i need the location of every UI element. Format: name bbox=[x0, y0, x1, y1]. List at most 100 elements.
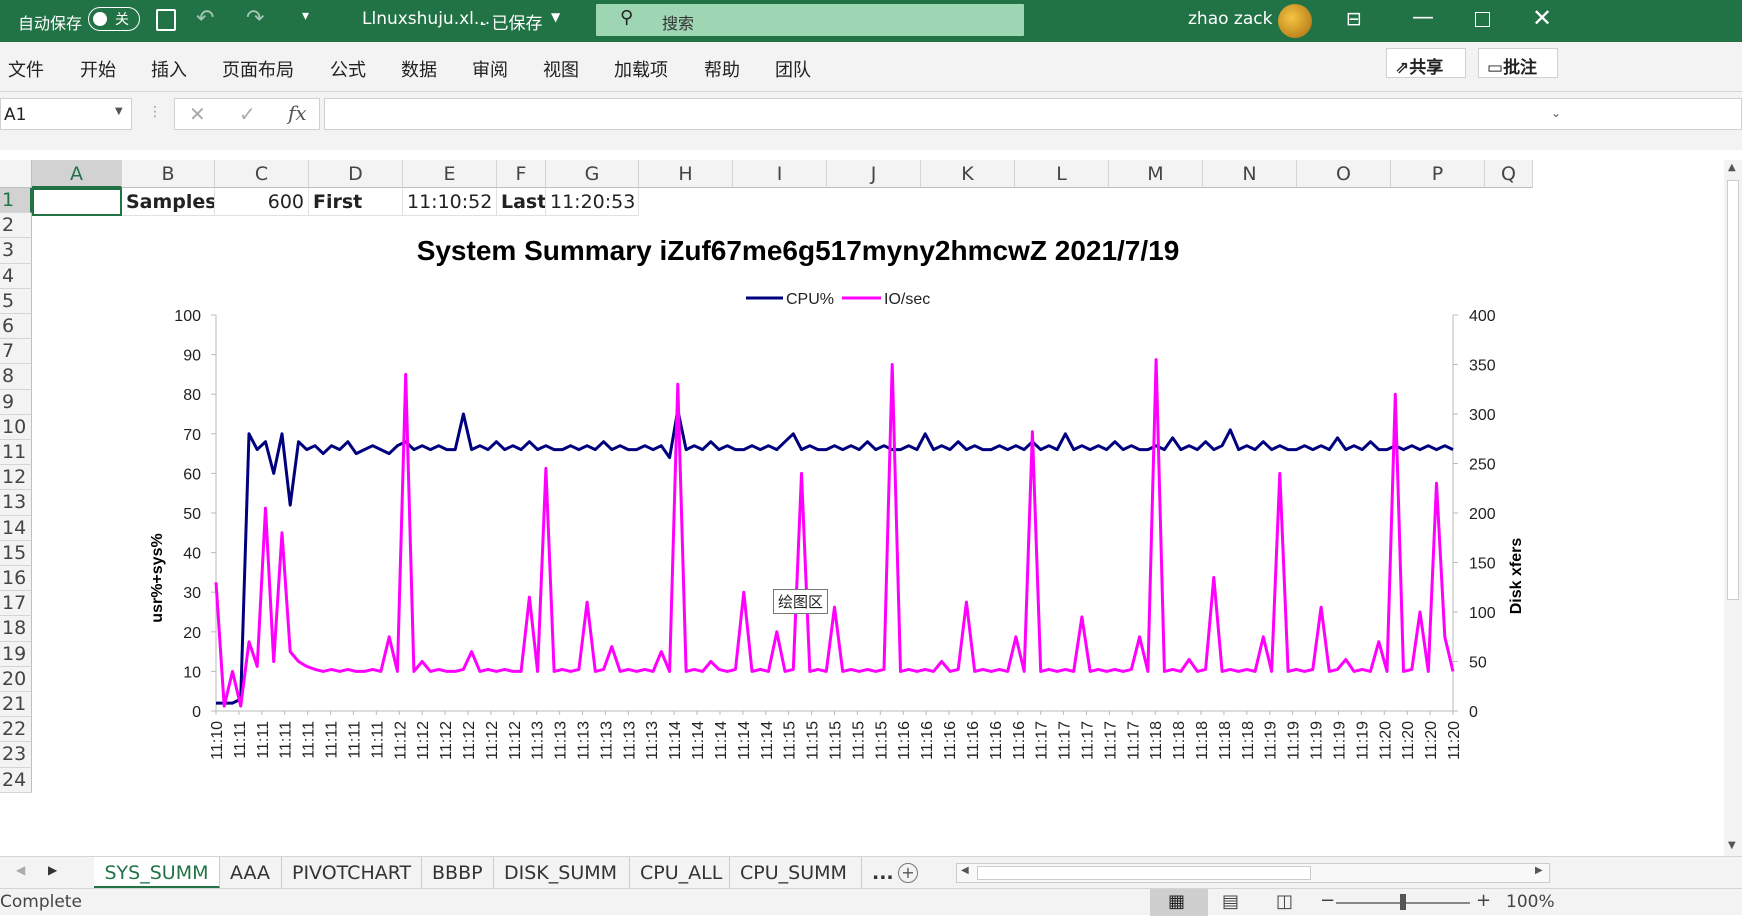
horizontal-scroll-thumb[interactable] bbox=[977, 866, 1311, 880]
sheet-tab[interactable]: AAA bbox=[220, 857, 282, 889]
search-box[interactable]: ⚲ 搜索 bbox=[596, 4, 1024, 36]
row-header-9[interactable]: 9 bbox=[0, 389, 32, 415]
column-header-n[interactable]: N bbox=[1203, 160, 1297, 188]
enter-icon[interactable]: ✓ bbox=[239, 102, 256, 126]
cell-e1[interactable]: 11:10:52 bbox=[403, 188, 497, 216]
zoom-out-icon[interactable]: − bbox=[1320, 890, 1335, 911]
row-header-4[interactable]: 4 bbox=[0, 263, 32, 289]
customize-qat-icon[interactable]: ▾ bbox=[302, 8, 309, 24]
maximize-icon[interactable] bbox=[1475, 12, 1490, 27]
horizontal-scrollbar[interactable]: ◀ ▶ bbox=[956, 863, 1550, 883]
tab-help[interactable]: 帮助 bbox=[704, 56, 740, 82]
add-sheet-icon[interactable]: + bbox=[898, 863, 918, 883]
sheet-tab[interactable]: PIVOTCHART bbox=[282, 857, 422, 889]
vertical-scroll-thumb[interactable] bbox=[1727, 180, 1739, 600]
tab-page-layout[interactable]: 页面布局 bbox=[222, 56, 294, 82]
tab-review[interactable]: 审阅 bbox=[472, 56, 508, 82]
column-header-o[interactable]: O bbox=[1297, 160, 1391, 188]
tab-home[interactable]: 开始 bbox=[80, 56, 116, 82]
row-header-22[interactable]: 22 bbox=[0, 717, 32, 743]
cancel-icon[interactable]: ✕ bbox=[189, 102, 206, 126]
sheet-tab[interactable]: CPU_ALL bbox=[630, 857, 730, 889]
column-header-q[interactable]: Q bbox=[1485, 160, 1533, 188]
sheet-tab[interactable]: DISK_SUMM bbox=[494, 857, 630, 889]
avatar[interactable] bbox=[1278, 4, 1312, 38]
sheet-tab[interactable]: CPU_SUMM bbox=[730, 857, 862, 889]
column-header-d[interactable]: D bbox=[309, 160, 403, 188]
tab-insert[interactable]: 插入 bbox=[151, 56, 187, 82]
row-header-12[interactable]: 12 bbox=[0, 465, 32, 491]
column-header-j[interactable]: J bbox=[827, 160, 921, 188]
column-header-p[interactable]: P bbox=[1391, 160, 1485, 188]
row-header-2[interactable]: 2 bbox=[0, 213, 32, 239]
share-button[interactable]: ⇗共享 bbox=[1386, 48, 1466, 78]
column-header-f[interactable]: F bbox=[497, 160, 546, 188]
formula-input[interactable]: ⌄ bbox=[324, 98, 1742, 130]
row-header-1[interactable]: 1 bbox=[0, 188, 32, 214]
sheet-tab[interactable]: SYS_SUMM bbox=[94, 857, 220, 889]
next-sheet-icon[interactable]: ▶ bbox=[48, 863, 57, 877]
column-header-a[interactable]: A bbox=[32, 160, 122, 188]
column-header-k[interactable]: K bbox=[921, 160, 1015, 188]
zoom-slider-thumb[interactable] bbox=[1400, 894, 1406, 910]
column-header-m[interactable]: M bbox=[1109, 160, 1203, 188]
cell-d1[interactable]: First bbox=[309, 188, 403, 216]
cell-g1[interactable]: 11:20:53 bbox=[546, 188, 639, 216]
redo-icon[interactable]: ↷ bbox=[246, 6, 264, 31]
row-header-20[interactable]: 20 bbox=[0, 666, 32, 692]
row-header-16[interactable]: 16 bbox=[0, 566, 32, 592]
row-header-7[interactable]: 7 bbox=[0, 339, 32, 365]
row-header-24[interactable]: 24 bbox=[0, 767, 32, 793]
plot-area[interactable] bbox=[214, 358, 1455, 708]
tab-formulas[interactable]: 公式 bbox=[330, 56, 366, 82]
user-name[interactable]: zhao zack bbox=[1188, 9, 1272, 29]
insert-function-icon[interactable]: fx bbox=[288, 101, 307, 125]
autosave-toggle[interactable]: 关 bbox=[88, 7, 140, 31]
tab-team[interactable]: 团队 bbox=[775, 56, 811, 82]
series-line-io[interactable] bbox=[214, 358, 1455, 708]
normal-view-button[interactable]: ▦ bbox=[1150, 889, 1208, 916]
comments-button[interactable]: ▭批注 bbox=[1478, 48, 1558, 78]
save-icon[interactable] bbox=[156, 9, 176, 31]
cell-b1[interactable]: Samples bbox=[122, 188, 215, 216]
column-header-h[interactable]: H bbox=[639, 160, 733, 188]
column-header-b[interactable]: B bbox=[122, 160, 215, 188]
scroll-left-icon[interactable]: ◀ bbox=[961, 865, 969, 876]
row-header-19[interactable]: 19 bbox=[0, 641, 32, 667]
minimize-icon[interactable]: — bbox=[1412, 5, 1434, 30]
sheet-tab[interactable]: BBBP bbox=[422, 857, 494, 889]
tab-file[interactable]: 文件 bbox=[8, 56, 44, 82]
close-icon[interactable]: ✕ bbox=[1532, 4, 1552, 32]
column-header-l[interactable]: L bbox=[1015, 160, 1109, 188]
tab-view[interactable]: 视图 bbox=[543, 56, 579, 82]
zoom-level[interactable]: 100% bbox=[1506, 892, 1555, 912]
tab-data[interactable]: 数据 bbox=[401, 56, 437, 82]
column-header-e[interactable]: E bbox=[403, 160, 497, 188]
row-header-13[interactable]: 13 bbox=[0, 490, 32, 516]
row-header-11[interactable]: 11 bbox=[0, 440, 32, 466]
select-all-corner[interactable] bbox=[0, 160, 32, 188]
row-header-18[interactable]: 18 bbox=[0, 616, 32, 642]
vertical-scrollbar[interactable]: ▲ ▼ bbox=[1724, 160, 1742, 856]
row-header-14[interactable]: 14 bbox=[0, 515, 32, 541]
ribbon-display-icon[interactable]: ⊟ bbox=[1346, 8, 1362, 30]
scroll-up-icon[interactable]: ▲ bbox=[1728, 162, 1736, 173]
more-sheets-button[interactable]: ... bbox=[862, 857, 896, 889]
row-header-6[interactable]: 6 bbox=[0, 314, 32, 340]
cell-c1[interactable]: 600 bbox=[215, 188, 309, 216]
column-header-c[interactable]: C bbox=[215, 160, 309, 188]
row-header-17[interactable]: 17 bbox=[0, 591, 32, 617]
expand-formula-icon[interactable]: ⌄ bbox=[1551, 106, 1561, 120]
row-header-3[interactable]: 3 bbox=[0, 238, 32, 264]
column-header-i[interactable]: I bbox=[733, 160, 827, 188]
column-header-g[interactable]: G bbox=[546, 160, 639, 188]
cell-a1[interactable] bbox=[32, 188, 122, 216]
row-header-21[interactable]: 21 bbox=[0, 692, 32, 718]
worksheet-grid[interactable]: ABCDEFGHIJKLMNOPQ 1 2 3 4 5 6 7 8 9 10 11 12 13 14 15 1… bbox=[0, 160, 1724, 856]
name-box[interactable]: A1 ▼ bbox=[0, 98, 132, 130]
row-header-10[interactable]: 10 bbox=[0, 414, 32, 440]
page-break-view-icon[interactable]: ◫ bbox=[1276, 891, 1293, 912]
saved-status[interactable]: - 已保存 bbox=[480, 9, 543, 34]
undo-icon[interactable]: ↶ bbox=[196, 6, 214, 31]
row-header-5[interactable]: 5 bbox=[0, 288, 32, 314]
